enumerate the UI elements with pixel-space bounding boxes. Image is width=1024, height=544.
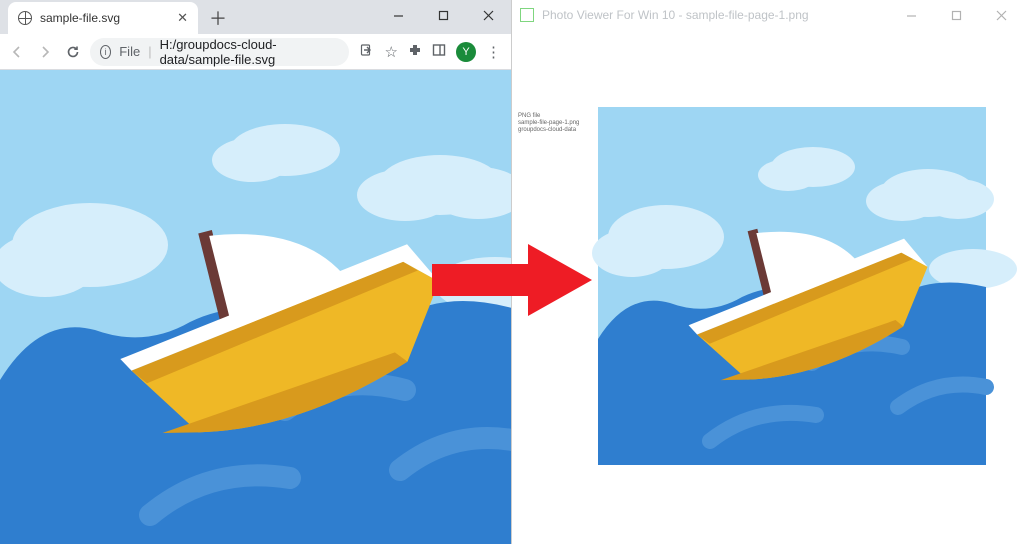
toolbar-actions: ☆ Y ⋮ xyxy=(355,42,505,62)
minimize-button[interactable] xyxy=(889,0,934,30)
url-path: H:/groupdocs-cloud-data/sample-file.svg xyxy=(160,37,339,67)
close-window-button[interactable] xyxy=(979,0,1024,30)
window-controls-right xyxy=(889,0,1024,30)
kebab-menu-icon[interactable]: ⋮ xyxy=(486,43,501,61)
maximize-button[interactable] xyxy=(934,0,979,30)
close-window-button[interactable] xyxy=(466,0,511,30)
url-separator: | xyxy=(148,44,151,59)
image-caption-tiny: PNG file sample-file-page-1.png groupdoc… xyxy=(518,113,579,135)
conversion-arrow-icon xyxy=(432,240,592,320)
maximize-button[interactable] xyxy=(421,0,466,30)
profile-badge[interactable]: Y xyxy=(456,42,476,62)
close-tab-icon[interactable]: ✕ xyxy=(177,10,188,26)
url-protocol: File xyxy=(119,44,140,59)
globe-icon xyxy=(18,11,32,25)
side-panel-icon[interactable] xyxy=(432,43,446,61)
viewer-titlebar: Photo Viewer For Win 10 - sample-file-pa… xyxy=(512,0,1024,30)
bookmark-star-icon[interactable]: ☆ xyxy=(385,43,398,61)
viewer-title: Photo Viewer For Win 10 - sample-file-pa… xyxy=(542,8,809,22)
viewer-app-icon xyxy=(520,8,534,22)
site-info-icon[interactable]: i xyxy=(100,45,111,59)
forward-button[interactable] xyxy=(34,41,56,63)
extensions-icon[interactable] xyxy=(408,43,422,61)
new-tab-button[interactable]: ＋ xyxy=(204,4,232,32)
back-button[interactable] xyxy=(6,41,28,63)
tab-title: sample-file.svg xyxy=(40,11,120,25)
chrome-titlebar: sample-file.svg ✕ ＋ xyxy=(0,0,511,34)
window-controls-left xyxy=(376,0,511,30)
reload-button[interactable] xyxy=(62,41,84,63)
browser-tab[interactable]: sample-file.svg ✕ xyxy=(8,2,198,34)
chrome-toolbar: i File | H:/groupdocs-cloud-data/sample-… xyxy=(0,34,511,70)
minimize-button[interactable] xyxy=(376,0,421,30)
address-bar[interactable]: i File | H:/groupdocs-cloud-data/sample-… xyxy=(90,38,349,66)
share-icon[interactable] xyxy=(359,42,375,62)
